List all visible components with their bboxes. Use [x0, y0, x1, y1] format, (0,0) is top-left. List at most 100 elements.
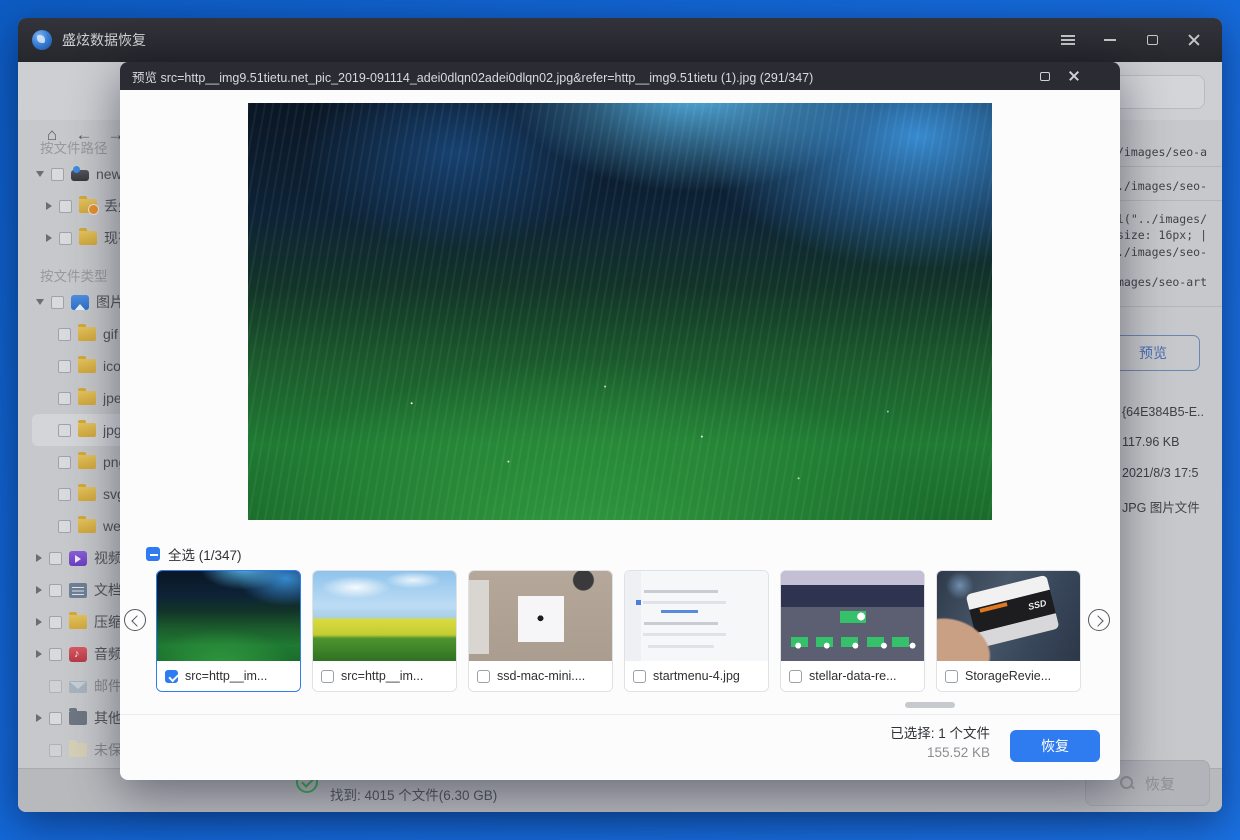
chevron-right-icon[interactable] [46, 202, 52, 210]
folder-icon [69, 743, 87, 757]
sidebar-section-type: 按文件类型 [40, 263, 108, 287]
app-title: 盛炫数据恢复 [62, 18, 146, 62]
sidebar-item-label: jpg [103, 422, 122, 438]
list-row-divider [1105, 306, 1222, 307]
drive-icon [71, 170, 89, 181]
thumbnail-caption: startmenu-4.jpg [625, 661, 768, 691]
checkbox[interactable] [49, 584, 62, 597]
file-size: 117.96 KB [1122, 435, 1222, 449]
chevron-right-icon[interactable] [36, 586, 42, 594]
footer-divider [120, 714, 1120, 715]
maximize-icon [1040, 72, 1050, 81]
checkbox[interactable] [58, 488, 71, 501]
menu-button[interactable] [1050, 26, 1086, 54]
thumbnail-checkbox[interactable] [789, 670, 802, 683]
thumbnail-caption: StorageRevie... [937, 661, 1080, 691]
recover-button[interactable]: 恢复 [1010, 730, 1100, 762]
search-input[interactable] [1112, 75, 1205, 109]
video-icon [69, 551, 87, 566]
sidebar-item-label: 其他 [94, 708, 122, 728]
thumbnail-checkbox[interactable] [165, 670, 178, 683]
archive-folder-icon [69, 615, 87, 629]
thumbnail-image-stellar [781, 571, 924, 662]
chevron-right-icon[interactable] [46, 234, 52, 242]
checkbox[interactable] [49, 648, 62, 661]
checkbox[interactable] [58, 392, 71, 405]
thumbnail-caption: src=http__im... [157, 661, 300, 691]
checkbox[interactable] [59, 200, 72, 213]
select-all-row: 全选 (1/347) [146, 544, 242, 564]
audio-icon [69, 647, 87, 662]
maximize-button[interactable] [1134, 26, 1170, 54]
thumbnail-image-mac-mini [469, 571, 612, 662]
thumbnail-checkbox[interactable] [477, 670, 490, 683]
thumbnail-caption: src=http__im... [313, 661, 456, 691]
thumbnail-checkbox[interactable] [633, 670, 646, 683]
thumbnail-name: ssd-mac-mini.... [497, 669, 585, 683]
sidebar-item-label: 音频 [94, 644, 122, 664]
checkbox[interactable] [49, 552, 62, 565]
recover-label: 恢复 [1145, 773, 1175, 794]
selection-summary: 已选择: 1 个文件 155.52 KB [890, 722, 990, 760]
dialog-maximize-button[interactable] [1030, 64, 1060, 88]
thumbnail-checkbox[interactable] [945, 670, 958, 683]
checkbox[interactable] [59, 232, 72, 245]
close-button[interactable] [1176, 26, 1212, 54]
thumbnail-card[interactable]: ssd-mac-mini.... [468, 570, 613, 692]
thumbnail-caption: ssd-mac-mini.... [469, 661, 612, 691]
gallery-prev-button[interactable] [124, 609, 146, 631]
chevron-right-icon[interactable] [36, 554, 42, 562]
checkbox[interactable] [58, 424, 71, 437]
selected-size: 155.52 KB [890, 745, 990, 760]
chevron-down-icon[interactable] [36, 171, 44, 177]
checkbox[interactable] [49, 712, 62, 725]
document-icon [69, 583, 87, 598]
dialog-close-button[interactable] [1060, 64, 1090, 88]
thumbnail-image-ssd: SSD [937, 571, 1080, 662]
preview-image [248, 103, 992, 520]
thumbnail-name: startmenu-4.jpg [653, 669, 740, 683]
thumbnail-checkbox[interactable] [321, 670, 334, 683]
chevron-right-icon[interactable] [36, 714, 42, 722]
gallery-next-button[interactable] [1088, 609, 1110, 631]
hamburger-icon [1061, 39, 1075, 41]
checkbox[interactable] [49, 616, 62, 629]
list-row-divider [1105, 200, 1222, 201]
thumbnail-card[interactable]: stellar-data-re... [780, 570, 925, 692]
select-all-label: 全选 (1/347) [168, 544, 242, 564]
file-id: {64E384B5-E.. [1122, 405, 1222, 419]
minimize-button[interactable] [1092, 26, 1128, 54]
checkbox[interactable] [58, 328, 71, 341]
folder-icon [78, 359, 96, 373]
gallery-scrollbar[interactable] [905, 702, 955, 708]
checkbox[interactable] [49, 744, 62, 757]
checkbox[interactable] [49, 680, 62, 693]
thumbnail-caption: stellar-data-re... [781, 661, 924, 691]
ssd-badge-text: SSD [1027, 597, 1047, 611]
chevron-right-icon[interactable] [36, 650, 42, 658]
app-titlebar: 盛炫数据恢复 [18, 18, 1222, 62]
checkbox[interactable] [58, 456, 71, 469]
thumbnail-card[interactable]: src=http__im... [156, 570, 301, 692]
checkbox[interactable] [58, 520, 71, 533]
select-all-checkbox[interactable] [146, 547, 160, 561]
checkbox[interactable] [58, 360, 71, 373]
preview-button[interactable]: 预览 [1106, 335, 1200, 371]
sidebar-item-label: ico [103, 358, 121, 374]
folder-icon [78, 487, 96, 501]
thumbnail-card[interactable]: SSD StorageRevie... [936, 570, 1081, 692]
thumbnail-image-field [313, 571, 456, 662]
thumbnail-card[interactable]: startmenu-4.jpg [624, 570, 769, 692]
thumbnail-card[interactable]: src=http__im... [312, 570, 457, 692]
close-icon [1068, 69, 1082, 83]
desktop: 盛炫数据恢复 ⌂ ← → 按文件路径 newo 丢失 [0, 0, 1240, 840]
preview-dialog: 预览 src=http__img9.51tietu.net_pic_2019-0… [120, 62, 1120, 780]
sidebar-item-label: gif [103, 326, 118, 342]
chevron-right-icon[interactable] [36, 618, 42, 626]
checkbox[interactable] [51, 296, 64, 309]
chevron-down-icon[interactable] [36, 299, 44, 305]
checkbox[interactable] [51, 168, 64, 181]
folder-clock-icon [79, 199, 97, 213]
thumbnail-name: src=http__im... [185, 669, 267, 683]
folder-icon [78, 455, 96, 469]
